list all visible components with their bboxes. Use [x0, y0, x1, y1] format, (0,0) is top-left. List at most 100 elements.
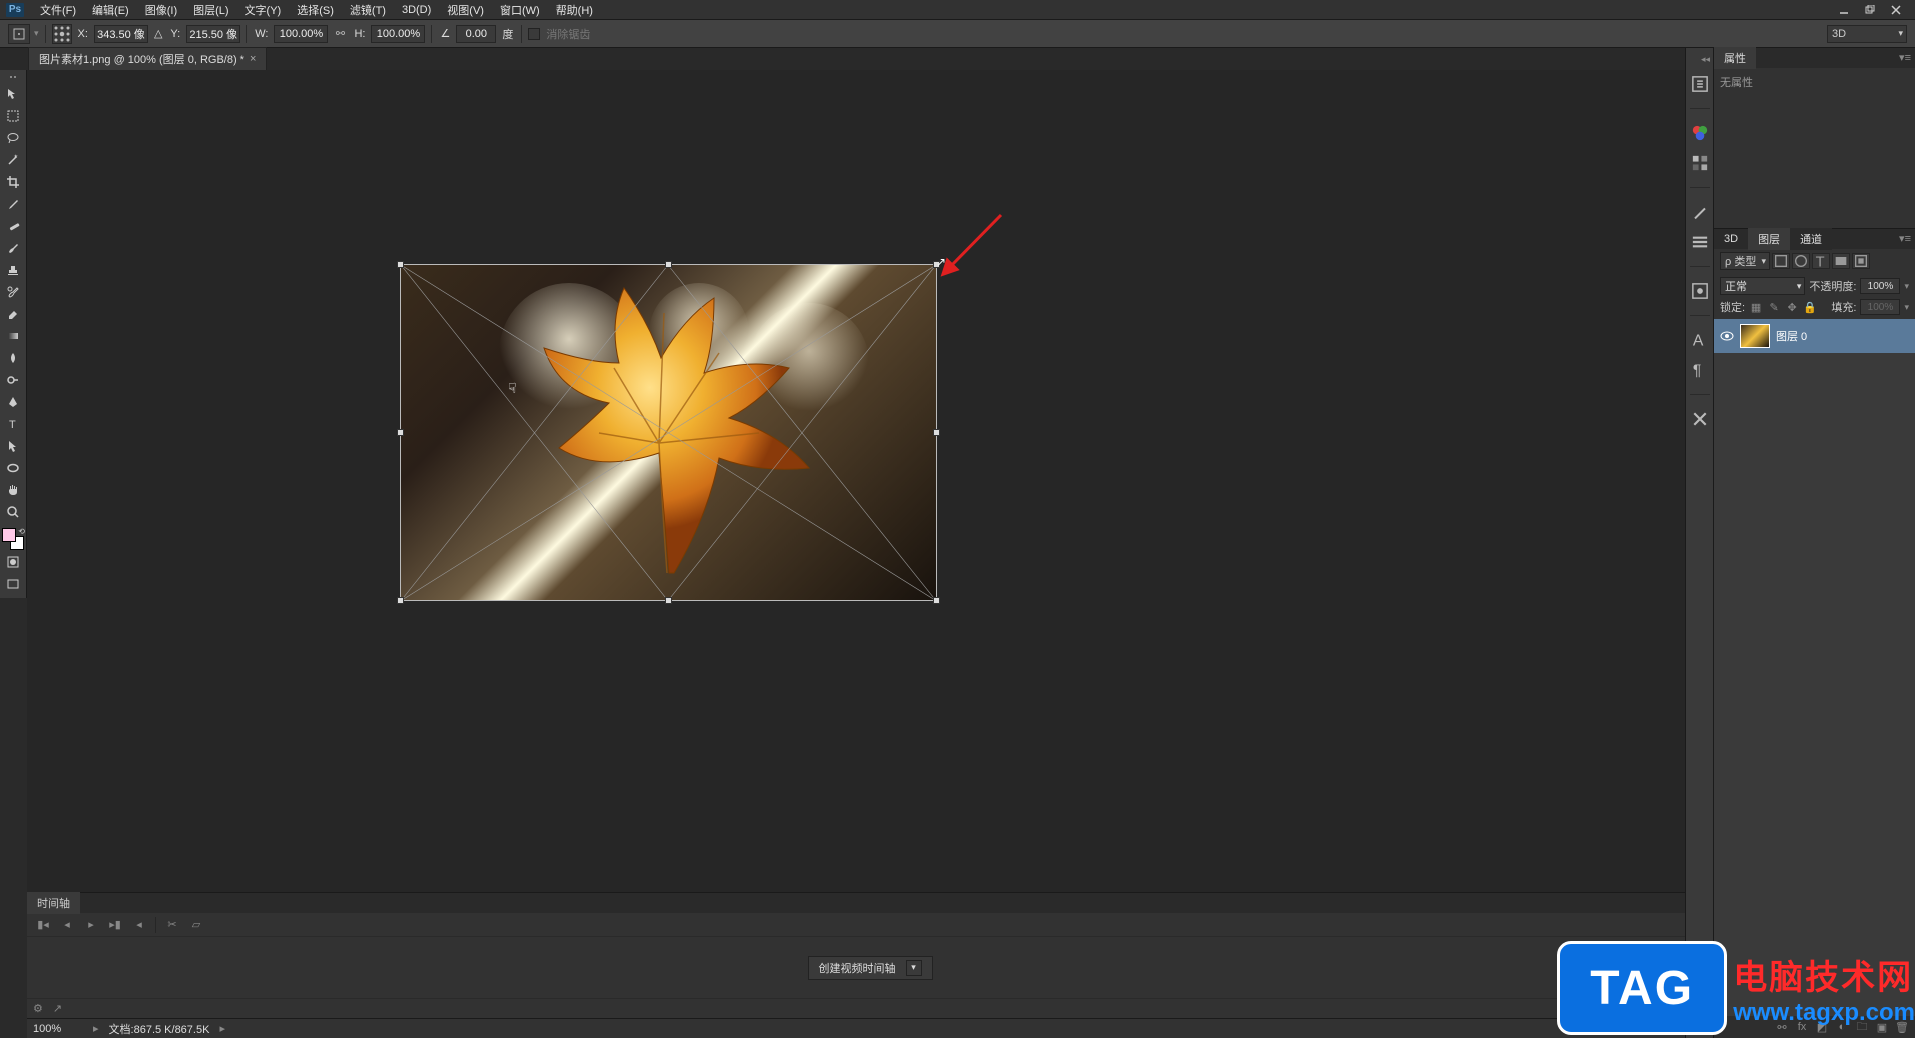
history-panel-icon[interactable]	[1690, 74, 1710, 94]
hand-tool-icon[interactable]	[2, 480, 24, 500]
layer-kind-select[interactable]: ρ 类型▾	[1720, 252, 1770, 270]
x-input[interactable]	[94, 25, 148, 43]
type-tool-icon[interactable]: T	[2, 414, 24, 434]
zoom-input[interactable]	[33, 1023, 83, 1035]
styles-panel-icon[interactable]	[1690, 409, 1710, 429]
menu-filter[interactable]: 滤镜(T)	[342, 0, 394, 20]
menu-select[interactable]: 选择(S)	[289, 0, 342, 20]
properties-tab[interactable]: 属性	[1714, 47, 1756, 69]
create-timeline-dropdown-icon[interactable]: ▾	[906, 960, 922, 976]
swap-colors-icon[interactable]: ⟲	[18, 527, 25, 536]
channels-tab[interactable]: 通道	[1790, 228, 1832, 250]
blend-mode-select[interactable]: 正常	[1720, 277, 1805, 295]
transform-handle-bl[interactable]	[397, 597, 404, 604]
dodge-tool-icon[interactable]	[2, 370, 24, 390]
layer-thumbnail[interactable]	[1740, 324, 1770, 348]
lock-transparency-icon[interactable]: ▦	[1749, 300, 1763, 314]
brush-tool-icon[interactable]	[2, 238, 24, 258]
move-tool-icon[interactable]	[2, 84, 24, 104]
transform-handle-ml[interactable]	[397, 429, 404, 436]
lock-all-icon[interactable]: 🔒	[1803, 300, 1817, 314]
document-info[interactable]: 文档:867.5 K/867.5K	[109, 1021, 210, 1037]
filter-type-icon[interactable]: T	[1812, 253, 1830, 269]
lock-pixels-icon[interactable]: ✎	[1767, 300, 1781, 314]
panel-menu-icon[interactable]: ▾≡	[1899, 51, 1911, 64]
opacity-input[interactable]	[1860, 278, 1900, 294]
play-icon[interactable]: ▸	[83, 917, 99, 933]
timeline-transition-icon[interactable]: ▱	[188, 917, 204, 933]
pen-tool-icon[interactable]	[2, 392, 24, 412]
transform-bounding-box[interactable]: ↗	[400, 264, 937, 601]
go-to-first-frame-icon[interactable]: ▮◂	[35, 917, 51, 933]
timeline-convert-icon[interactable]: ↗	[53, 1002, 62, 1015]
color-swatches[interactable]: ⟲	[2, 528, 24, 550]
menu-layer[interactable]: 图层(L)	[185, 0, 236, 20]
menu-type[interactable]: 文字(Y)	[237, 0, 290, 20]
doc-info-dropdown-icon[interactable]: ▸	[219, 1022, 225, 1035]
marquee-tool-icon[interactable]	[2, 106, 24, 126]
foreground-color-swatch[interactable]	[2, 528, 16, 542]
filter-smart-icon[interactable]	[1852, 253, 1870, 269]
zoom-tool-icon[interactable]	[2, 502, 24, 522]
document-tab[interactable]: 图片素材1.png @ 100% (图层 0, RGB/8) * ×	[28, 47, 267, 70]
tool-preset-dropdown[interactable]	[8, 24, 30, 44]
screen-mode-tool-icon[interactable]	[2, 574, 24, 594]
eyedropper-tool-icon[interactable]	[2, 194, 24, 214]
eraser-tool-icon[interactable]	[2, 304, 24, 324]
w-input[interactable]	[274, 25, 328, 43]
transform-handle-bm[interactable]	[665, 597, 672, 604]
toolbox-grip[interactable]	[4, 76, 22, 80]
character-panel-icon[interactable]: A	[1690, 330, 1710, 350]
triangle-icon[interactable]: △	[154, 27, 162, 40]
timeline-cut-icon[interactable]: ✂	[164, 917, 180, 933]
color-panel-icon[interactable]	[1690, 123, 1710, 143]
magic-wand-tool-icon[interactable]	[2, 150, 24, 170]
layer-name[interactable]: 图层 0	[1776, 328, 1807, 344]
filter-adjustment-icon[interactable]	[1792, 253, 1810, 269]
menu-help[interactable]: 帮助(H)	[548, 0, 601, 20]
menu-3d[interactable]: 3D(D)	[394, 2, 439, 18]
menu-image[interactable]: 图像(I)	[137, 0, 185, 20]
gradient-tool-icon[interactable]	[2, 326, 24, 346]
layer-row[interactable]: 图层 0	[1714, 319, 1915, 353]
shape-tool-icon[interactable]	[2, 458, 24, 478]
3d-tab[interactable]: 3D	[1714, 230, 1748, 248]
zoom-dropdown-icon[interactable]: ▸	[93, 1022, 99, 1035]
canvas-area[interactable]: ↗ ☟	[27, 70, 1713, 892]
filter-pixel-icon[interactable]	[1772, 253, 1790, 269]
layer-visibility-icon[interactable]	[1720, 329, 1734, 343]
canvas-image[interactable]: ↗	[400, 264, 937, 601]
workspace-select[interactable]: 3D	[1827, 25, 1907, 43]
lock-position-icon[interactable]: ✥	[1785, 300, 1799, 314]
stamp-tool-icon[interactable]	[2, 260, 24, 280]
h-input[interactable]	[371, 25, 425, 43]
menu-edit[interactable]: 编辑(E)	[84, 0, 137, 20]
transform-handle-mr[interactable]	[933, 429, 940, 436]
layers-list[interactable]: 图层 0	[1714, 319, 1915, 1016]
history-brush-tool-icon[interactable]	[2, 282, 24, 302]
transform-handle-tl[interactable]	[397, 261, 404, 268]
prev-frame-icon[interactable]: ◂	[59, 917, 75, 933]
brush-presets-panel-icon[interactable]	[1690, 232, 1710, 252]
layers-panel-menu-icon[interactable]: ▾≡	[1899, 232, 1911, 245]
transform-handle-tm[interactable]	[665, 261, 672, 268]
fill-input[interactable]	[1860, 299, 1900, 315]
swatches-panel-icon[interactable]	[1690, 153, 1710, 173]
lasso-tool-icon[interactable]	[2, 128, 24, 148]
create-video-timeline-button[interactable]: 创建视频时间轴 ▾	[808, 956, 933, 980]
paragraph-panel-icon[interactable]: ¶	[1690, 360, 1710, 380]
y-input[interactable]	[186, 25, 240, 43]
link-wh-icon[interactable]: ⚯	[332, 27, 348, 40]
reference-point-grid[interactable]	[52, 24, 72, 44]
next-frame-icon[interactable]: ▸▮	[107, 917, 123, 933]
layers-tab[interactable]: 图层	[1748, 228, 1790, 250]
audio-mute-icon[interactable]: ◂	[131, 917, 147, 933]
crop-tool-icon[interactable]	[2, 172, 24, 192]
close-button[interactable]	[1883, 1, 1909, 19]
adjustments-panel-icon[interactable]	[1690, 281, 1710, 301]
blur-tool-icon[interactable]	[2, 348, 24, 368]
antialias-checkbox[interactable]	[528, 28, 540, 40]
transform-handle-br[interactable]	[933, 597, 940, 604]
document-tab-close-icon[interactable]: ×	[250, 53, 256, 65]
expand-panels-icon[interactable]: ◂◂	[1701, 54, 1710, 64]
